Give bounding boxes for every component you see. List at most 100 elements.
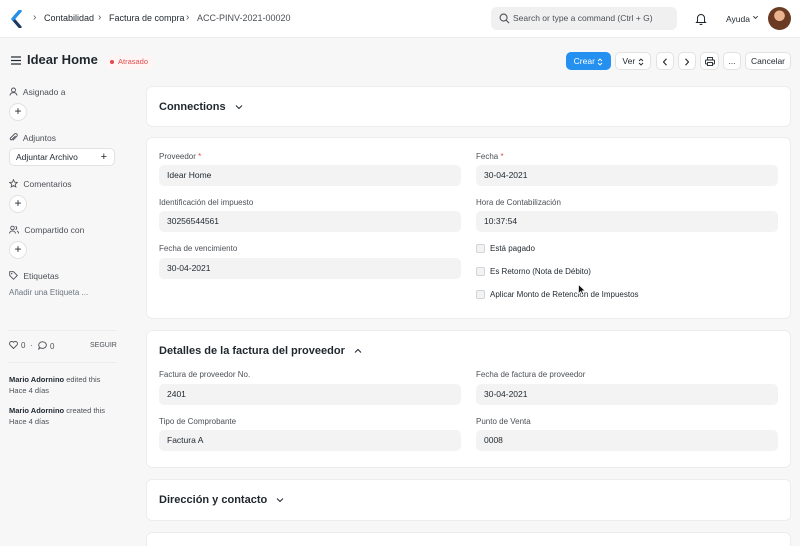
breadcrumb-separator: ›	[33, 12, 37, 23]
bill-no-label: Factura de proveedor No.	[159, 370, 251, 379]
user-icon	[9, 87, 18, 96]
page-title: Idear Home	[27, 52, 98, 67]
activity-time: Hace 4 días	[9, 417, 50, 426]
navbar: › Contabilidad › Factura de compra › ACC…	[0, 0, 800, 38]
bill-date-field[interactable]: 30-04-2021	[476, 384, 778, 405]
apply-tds-checkbox[interactable]: Aplicar Monto de Retención de Impuestos	[476, 290, 639, 299]
add-tag-link[interactable]: Añadir una Etiqueta ...	[9, 288, 88, 297]
address-section: Dirección y contacto	[146, 479, 791, 521]
activity-item: Mario Adornino edited this Hace 4 días	[9, 374, 100, 396]
create-button[interactable]: Crear	[566, 52, 611, 70]
assigned-to-label: Asignado a	[9, 87, 65, 97]
activity-action: created this	[66, 406, 106, 415]
comments-label: Comentarios	[8, 178, 72, 189]
breadcrumb-contabilidad[interactable]: Contabilidad	[44, 13, 94, 23]
posting-time-field[interactable]: 10:37:54	[476, 211, 778, 232]
checkbox-box[interactable]	[476, 290, 485, 299]
help-menu[interactable]: Ayuda	[726, 14, 750, 24]
tax-id-label: Identificación del impuesto	[159, 198, 254, 207]
app-logo-icon[interactable]	[11, 10, 23, 28]
supplier-label-text: Proveedor	[159, 152, 196, 161]
voucher-type-label: Tipo de Comprobante	[159, 417, 237, 426]
checkbox-box[interactable]	[476, 244, 485, 253]
tax-id-field[interactable]: 30256544561	[159, 211, 461, 232]
previous-document-button[interactable]	[656, 52, 674, 70]
like-counter[interactable]: 0	[9, 341, 25, 350]
due-date-label: Fecha de vencimiento	[159, 244, 238, 253]
required-indicator: *	[500, 152, 504, 161]
activity-time: Hace 4 días	[9, 386, 50, 395]
create-button-label: Crear	[573, 56, 595, 66]
print-button[interactable]	[700, 52, 719, 70]
search-icon	[499, 13, 510, 24]
supplier-invoice-section: Detalles de la factura del proveedor Fac…	[146, 330, 791, 468]
search-bar[interactable]: Search or type a command (Ctrl + G)	[491, 7, 677, 30]
is-return-checkbox[interactable]: Es Retorno (Nota de Débito)	[476, 267, 591, 276]
next-section	[146, 532, 791, 546]
activity-user[interactable]: Mario Adornino	[9, 375, 64, 384]
user-avatar[interactable]	[768, 7, 791, 30]
add-assignee-button[interactable]: +	[9, 103, 27, 121]
follow-button[interactable]: SEGUIR	[90, 342, 117, 349]
is-return-label: Es Retorno (Nota de Débito)	[490, 267, 591, 276]
chevron-left-icon	[662, 58, 667, 66]
printer-icon	[704, 57, 715, 67]
comment-counter[interactable]: 0	[37, 341, 55, 351]
select-arrows-icon	[597, 58, 603, 66]
cancel-button[interactable]: Cancelar	[745, 52, 791, 70]
breadcrumb-separator: ›	[186, 12, 190, 23]
attach-file-button[interactable]: Adjuntar Archivo +	[9, 148, 115, 166]
activity-item: Mario Adornino created this Hace 4 días	[9, 405, 105, 427]
add-share-button[interactable]: +	[9, 241, 27, 259]
shared-with-label: Compartido con	[9, 225, 84, 235]
checkbox-box[interactable]	[476, 267, 485, 276]
breadcrumb-document[interactable]: ACC-PINV-2021-00020	[197, 13, 291, 23]
search-input[interactable]: Search or type a command (Ctrl + G)	[513, 13, 653, 23]
address-title: Dirección y contacto	[159, 494, 268, 506]
bill-no-field[interactable]: 2401	[159, 384, 461, 405]
connections-section: Connections	[146, 86, 791, 127]
connections-header[interactable]: Connections	[159, 101, 243, 113]
attachments-text: Adjuntos	[22, 133, 56, 143]
add-comment-button[interactable]: +	[9, 195, 27, 213]
supplier-invoice-title: Detalles de la factura del proveedor	[159, 345, 345, 357]
apply-tds-label: Aplicar Monto de Retención de Impuestos	[490, 290, 639, 299]
like-count: 0	[21, 341, 26, 350]
select-arrows-icon	[638, 58, 643, 66]
activity-action: edited this	[66, 375, 101, 384]
sidebar-toggle-icon[interactable]	[11, 56, 21, 65]
is-paid-checkbox[interactable]: Está pagado	[476, 244, 535, 253]
address-header[interactable]: Dirección y contacto	[159, 494, 284, 506]
view-button-label: Ver	[622, 56, 636, 66]
sidebar-divider	[9, 362, 117, 363]
supplier-field[interactable]: Idear Home	[159, 165, 461, 186]
point-of-sale-label: Punto de Venta	[476, 417, 531, 426]
chevron-right-icon	[685, 58, 690, 66]
date-label-text: Fecha	[476, 152, 499, 161]
due-date-field[interactable]: 30-04-2021	[159, 258, 461, 279]
tag-icon	[9, 271, 18, 280]
breadcrumb-separator: ›	[98, 12, 102, 23]
date-field[interactable]: 30-04-2021	[476, 165, 778, 186]
activity-user[interactable]: Mario Adornino	[9, 406, 64, 415]
supplier-label: Proveedor *	[159, 152, 201, 161]
voucher-type-field[interactable]: Factura A	[159, 430, 461, 451]
attachments-label: Adjuntos	[9, 133, 56, 143]
more-actions-label: ...	[728, 56, 736, 66]
breadcrumb-factura-de-compra[interactable]: Factura de compra	[109, 13, 185, 23]
tags-text: Etiquetas	[23, 271, 59, 281]
point-of-sale-field[interactable]: 0008	[476, 430, 778, 451]
chevron-down-icon	[276, 498, 284, 503]
dot-separator: ·	[30, 341, 33, 350]
next-document-button[interactable]	[678, 52, 696, 70]
attach-file-label: Adjuntar Archivo	[16, 152, 78, 162]
status-badge: Atrasado	[106, 55, 155, 69]
chevron-down-icon	[753, 15, 758, 19]
supplier-invoice-header[interactable]: Detalles de la factura del proveedor	[159, 345, 362, 357]
comment-count: 0	[50, 342, 55, 351]
view-button[interactable]: Ver	[615, 52, 651, 70]
notification-bell-icon[interactable]	[695, 12, 707, 25]
more-actions-button[interactable]: ...	[723, 52, 741, 70]
chevron-up-icon	[354, 348, 362, 353]
shared-with-text: Compartido con	[24, 225, 85, 235]
